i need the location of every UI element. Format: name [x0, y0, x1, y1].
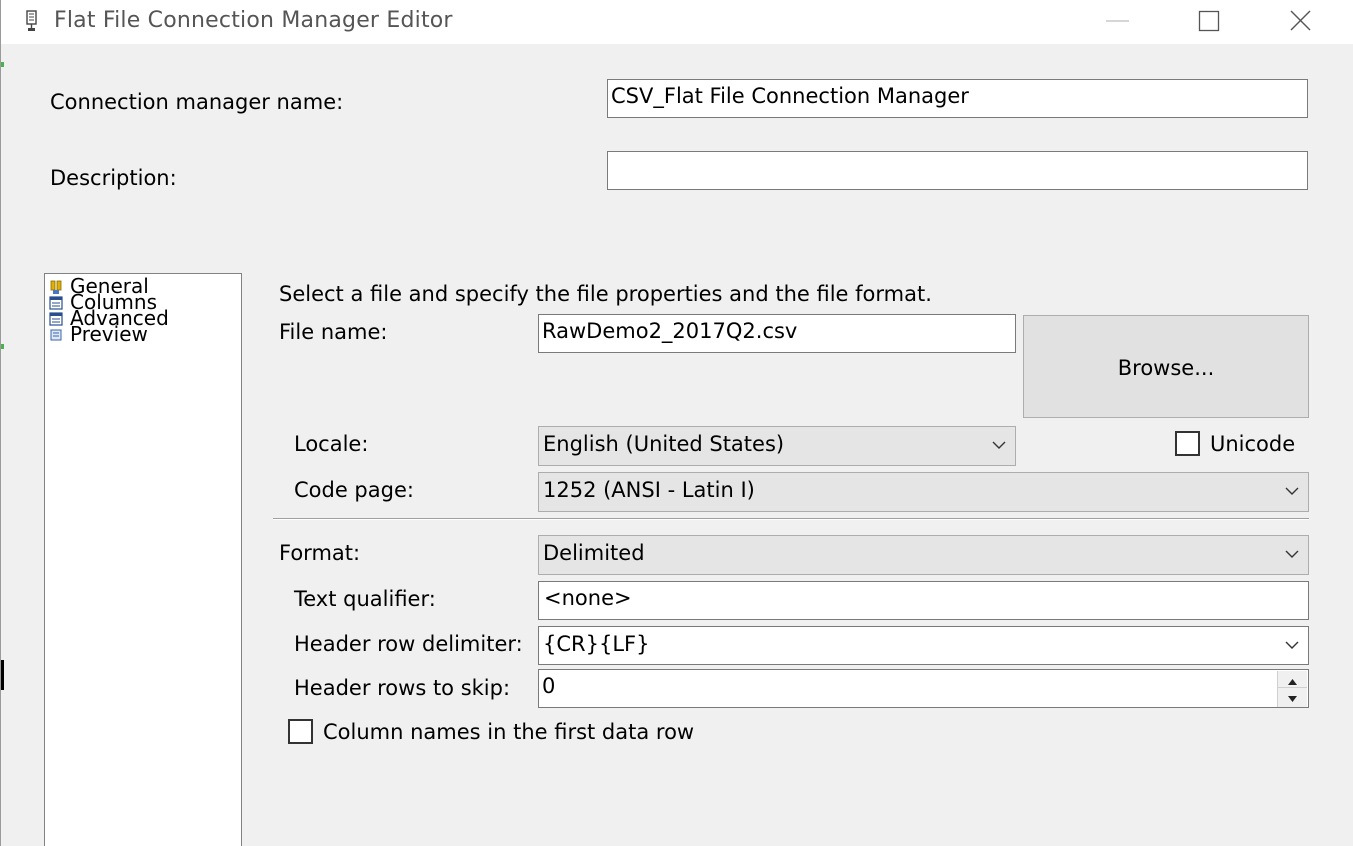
spin-up-button[interactable] [1278, 671, 1307, 688]
columns-page-icon [49, 294, 64, 310]
unicode-checkbox[interactable] [1175, 431, 1200, 456]
header-rows-to-skip-label: Header rows to skip: [294, 676, 511, 700]
minimize-button[interactable] [1071, 0, 1163, 44]
instruction-text: Select a file and specify the file prope… [279, 282, 932, 306]
locale-label: Locale: [294, 432, 369, 456]
preview-page-icon [49, 326, 64, 341]
edge-mark [1, 62, 4, 67]
format-select[interactable]: Delimited [538, 535, 1309, 575]
unicode-label[interactable]: Unicode [1210, 432, 1295, 456]
title-bar[interactable]: Flat File Connection Manager Editor [1, 0, 1353, 44]
locale-select[interactable]: English (United States) [538, 426, 1016, 466]
close-icon [1290, 10, 1311, 31]
column-names-checkbox[interactable] [288, 719, 313, 744]
section-divider [273, 518, 1309, 520]
chevron-down-icon [992, 441, 1006, 449]
text-qualifier-label: Text qualifier: [294, 587, 436, 611]
header-row-delimiter-label: Header row delimiter: [294, 632, 523, 656]
general-page-icon [49, 278, 64, 294]
chevron-down-icon [1285, 487, 1299, 495]
dialog-window: Flat File Connection Manager Editor Conn… [0, 0, 1353, 846]
chevron-down-icon [1285, 641, 1299, 649]
nav-item-label: Preview [70, 322, 148, 346]
column-names-label[interactable]: Column names in the first data row [323, 720, 694, 744]
description-field[interactable] [607, 151, 1308, 190]
page-nav-list: General Columns Advanced Preview [44, 273, 242, 846]
spin-buttons [1277, 671, 1307, 707]
header-rows-to-skip-stepper[interactable]: 0 [538, 669, 1309, 708]
advanced-page-icon [49, 310, 64, 326]
edge-mark [1, 344, 4, 349]
window-title: Flat File Connection Manager Editor [54, 8, 453, 33]
header-row-delimiter-value: {CR}{LF} [543, 632, 650, 656]
locale-value: English (United States) [543, 432, 785, 456]
spin-down-button[interactable] [1278, 689, 1307, 706]
browse-button[interactable]: Browse... [1023, 315, 1309, 418]
triangle-up-icon [1288, 679, 1297, 685]
code-page-value: 1252 (ANSI - Latin I) [543, 478, 755, 502]
close-button[interactable] [1254, 0, 1346, 44]
chevron-down-icon [1285, 550, 1299, 558]
header-rows-to-skip-value: 0 [542, 674, 556, 698]
minimize-icon [1106, 20, 1129, 22]
maximize-icon [1198, 10, 1220, 32]
triangle-down-icon [1288, 696, 1297, 702]
flat-file-icon [23, 10, 41, 32]
format-label: Format: [279, 541, 361, 565]
maximize-button[interactable] [1161, 0, 1253, 44]
text-qualifier-field[interactable]: <none> [538, 581, 1309, 620]
file-name-field[interactable]: RawDemo2_2017Q2.csv [538, 314, 1016, 353]
code-page-label: Code page: [294, 478, 414, 502]
format-value: Delimited [543, 541, 645, 565]
code-page-select[interactable]: 1252 (ANSI - Latin I) [538, 472, 1309, 512]
header-row-delimiter-select[interactable]: {CR}{LF} [538, 626, 1309, 665]
edge-mark [1, 660, 4, 690]
connection-name-label: Connection manager name: [50, 90, 344, 114]
connection-name-field[interactable]: CSV_Flat File Connection Manager [607, 79, 1308, 118]
file-name-label: File name: [279, 320, 388, 344]
description-label: Description: [50, 166, 177, 190]
